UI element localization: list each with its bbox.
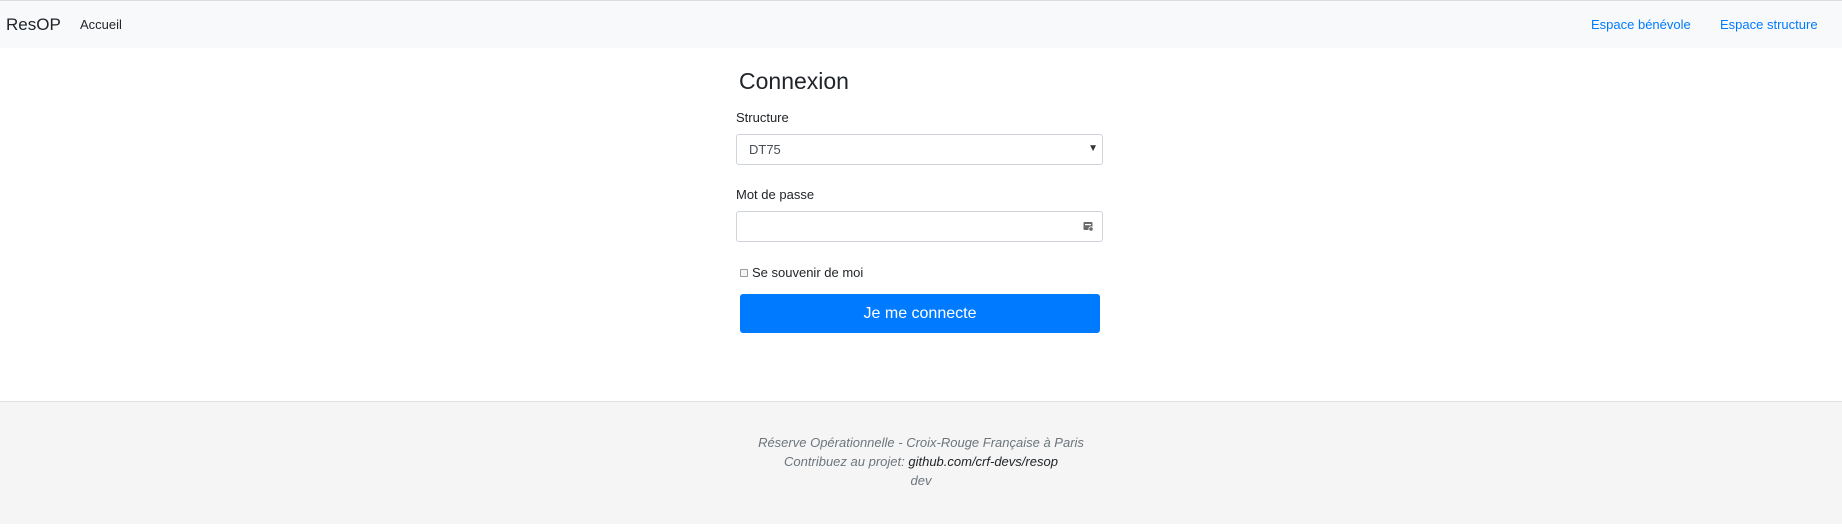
remember-me[interactable]: Se souvenir de moi xyxy=(740,265,863,280)
caret-down-icon: ▼ xyxy=(1088,143,1098,154)
footer-environment: dev xyxy=(910,473,932,488)
brand-link[interactable]: ResOP xyxy=(6,15,61,35)
nav-link-espace-structure[interactable]: Espace structure xyxy=(1720,17,1818,32)
github-link[interactable]: github.com/crf-devs/resop xyxy=(908,454,1058,469)
footer-contribute-prefix: Contribuez au projet: xyxy=(784,454,905,469)
nav-link-accueil[interactable]: Accueil xyxy=(80,17,122,32)
nav-link-espace-benevole[interactable]: Espace bénévole xyxy=(1591,17,1691,32)
navbar: ResOP Accueil Espace bénévole Espace str… xyxy=(0,0,1842,48)
password-label: Mot de passe xyxy=(736,187,815,202)
remember-me-label: Se souvenir de moi xyxy=(752,265,864,280)
structure-label: Structure xyxy=(736,110,789,125)
page-title: Connexion xyxy=(739,68,849,94)
footer: Réserve Opérationnelle - Croix-Rouge Fra… xyxy=(0,401,1842,524)
structure-select[interactable]: DT75 ▼ xyxy=(736,134,1103,165)
key-icon[interactable] xyxy=(1083,221,1094,232)
footer-organization: Réserve Opérationnelle - Croix-Rouge Fra… xyxy=(758,435,1084,450)
password-input[interactable] xyxy=(736,211,1103,242)
structure-select-value: DT75 xyxy=(749,142,781,157)
remember-me-checkbox[interactable] xyxy=(740,268,748,277)
footer-contribute: Contribuez au projet: github.com/crf-dev… xyxy=(0,454,1842,469)
login-button[interactable]: Je me connecte xyxy=(740,294,1100,333)
